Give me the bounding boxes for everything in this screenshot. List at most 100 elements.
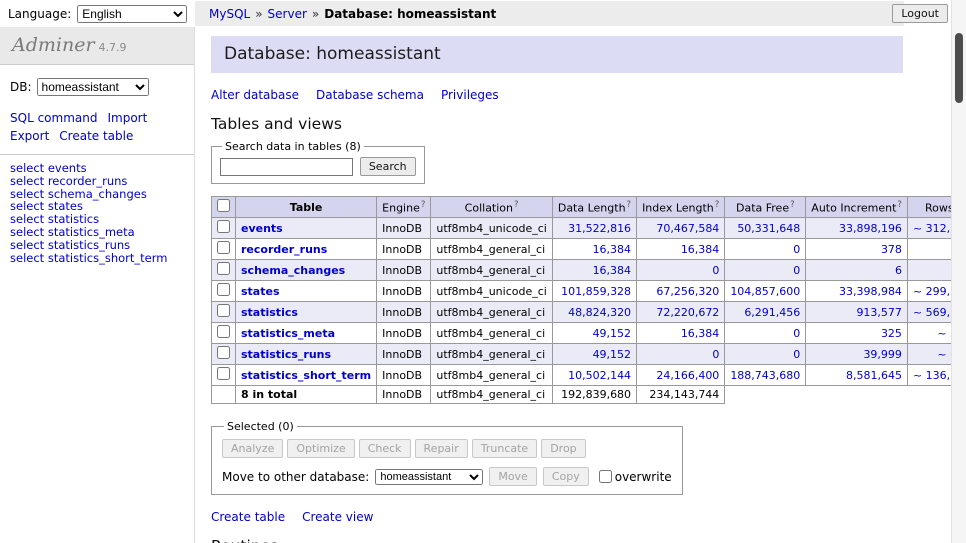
- data-free-link[interactable]: 6,291,456: [744, 306, 800, 319]
- auto-increment-link[interactable]: 39,999: [863, 348, 902, 361]
- copy-button[interactable]: Copy: [543, 467, 589, 486]
- search-input[interactable]: [220, 158, 353, 176]
- help-icon[interactable]: ?: [421, 200, 426, 210]
- create-link-create-view[interactable]: Create view: [302, 510, 373, 524]
- logout-button[interactable]: Logout: [892, 4, 948, 23]
- move-db-select[interactable]: homeassistant: [375, 469, 483, 485]
- table-link-states[interactable]: states: [241, 285, 280, 298]
- rows-link[interactable]: ~ 244: [937, 327, 951, 340]
- rows-link[interactable]: ~ 569,159: [913, 306, 951, 319]
- nav-link-alter-database[interactable]: Alter database: [211, 88, 299, 102]
- data-length-link[interactable]: 49,152: [593, 348, 632, 361]
- auto-increment-link[interactable]: 378: [881, 243, 902, 256]
- table-link-events[interactable]: events: [241, 222, 283, 235]
- engine-cell: InnoDB: [377, 323, 431, 344]
- data-free-link[interactable]: 50,331,648: [737, 222, 800, 235]
- row-select-checkbox[interactable]: [217, 241, 230, 254]
- table-link-statistics-runs[interactable]: statistics_runs: [241, 348, 331, 361]
- data-length-link[interactable]: 31,522,816: [568, 222, 631, 235]
- row-select-checkbox[interactable]: [217, 283, 230, 296]
- nav-link-privileges[interactable]: Privileges: [441, 88, 499, 102]
- data-free-link[interactable]: 0: [793, 327, 800, 340]
- index-length-link[interactable]: 0: [712, 348, 719, 361]
- drop-button[interactable]: Drop: [541, 439, 585, 458]
- app-brand[interactable]: Adminer: [12, 34, 95, 56]
- data-length-link[interactable]: 49,152: [593, 327, 632, 340]
- index-length-link[interactable]: 0: [712, 264, 719, 277]
- rows-link[interactable]: ~ 628: [937, 348, 951, 361]
- auto-increment-link[interactable]: 8,581,645: [846, 369, 902, 382]
- index-length-link[interactable]: 70,467,584: [656, 222, 719, 235]
- index-length-link[interactable]: 16,384: [681, 243, 720, 256]
- help-icon[interactable]: ?: [897, 200, 902, 210]
- row-select-checkbox[interactable]: [217, 304, 230, 317]
- index-length-cell: 24,166,400: [637, 365, 725, 386]
- table-link-statistics-meta[interactable]: statistics_meta: [241, 327, 335, 340]
- repair-button[interactable]: Repair: [415, 439, 468, 458]
- index-length-link[interactable]: 67,256,320: [656, 285, 719, 298]
- search-button[interactable]: Search: [360, 157, 416, 176]
- table-link-schema-changes[interactable]: schema_changes: [241, 264, 345, 277]
- help-icon[interactable]: ?: [715, 200, 720, 210]
- row-select-checkbox[interactable]: [217, 262, 230, 275]
- data-free-link[interactable]: 0: [793, 348, 800, 361]
- row-select-checkbox[interactable]: [217, 325, 230, 338]
- auto-increment-link[interactable]: 33,898,196: [839, 222, 902, 235]
- table-link-recorder-runs[interactable]: recorder_runs: [241, 243, 327, 256]
- index-length-cell: 0: [637, 344, 725, 365]
- data-length-link[interactable]: 16,384: [593, 264, 632, 277]
- breadcrumb-server-link[interactable]: Server: [268, 7, 307, 21]
- index-length-link[interactable]: 24,166,400: [656, 369, 719, 382]
- rows-link[interactable]: ~ 136,108: [913, 369, 951, 382]
- language-area: Language: English: [8, 5, 187, 23]
- data-length-link[interactable]: 16,384: [593, 243, 632, 256]
- sidebar-link-create-table[interactable]: Create table: [59, 129, 133, 143]
- index-length-link[interactable]: 16,384: [681, 327, 720, 340]
- data-free-link[interactable]: 104,857,600: [730, 285, 800, 298]
- overwrite-checkbox[interactable]: [599, 470, 612, 483]
- row-select-checkbox[interactable]: [217, 220, 230, 233]
- data-free-link[interactable]: 188,743,680: [730, 369, 800, 382]
- nav-link-database-schema[interactable]: Database schema: [316, 88, 424, 102]
- vertical-scrollbar[interactable]: [951, 0, 966, 543]
- data-free-link[interactable]: 0: [793, 243, 800, 256]
- db-select[interactable]: homeassistant: [37, 78, 149, 96]
- data-length-link[interactable]: 101,859,328: [561, 285, 631, 298]
- row-select-checkbox[interactable]: [217, 367, 230, 380]
- create-link-create-table[interactable]: Create table: [211, 510, 285, 524]
- truncate-button[interactable]: Truncate: [472, 439, 537, 458]
- data-length-link[interactable]: 48,824,320: [568, 306, 631, 319]
- column-header-table[interactable]: Table: [236, 197, 377, 218]
- index-length-cell: 0: [637, 260, 725, 281]
- sidebar-link-export[interactable]: Export: [10, 129, 49, 143]
- auto-increment-link[interactable]: 325: [881, 327, 902, 340]
- analyze-button[interactable]: Analyze: [222, 439, 283, 458]
- sidebar-link-import[interactable]: Import: [107, 111, 147, 125]
- auto-increment-link[interactable]: 6: [895, 264, 902, 277]
- help-icon[interactable]: ?: [790, 200, 795, 210]
- move-button[interactable]: Move: [489, 467, 537, 486]
- help-icon[interactable]: ?: [514, 200, 519, 210]
- auto-increment-link[interactable]: 33,398,984: [839, 285, 902, 298]
- help-icon[interactable]: ?: [627, 200, 632, 210]
- sidebar-select-statistics-short-term[interactable]: select statistics_short_term: [10, 251, 167, 265]
- table-link-statistics-short-term[interactable]: statistics_short_term: [241, 369, 371, 382]
- row-select-checkbox[interactable]: [217, 346, 230, 359]
- data-length-link[interactable]: 10,502,144: [568, 369, 631, 382]
- overwrite-option: overwrite: [599, 470, 672, 484]
- check-button[interactable]: Check: [359, 439, 411, 458]
- select-all-checkbox[interactable]: [217, 199, 230, 212]
- index-length-link[interactable]: 72,220,672: [656, 306, 719, 319]
- rows-link[interactable]: ~ 299,833: [913, 285, 951, 298]
- language-select[interactable]: English: [77, 5, 187, 23]
- auto-increment-link[interactable]: 913,577: [856, 306, 902, 319]
- collation-cell: utf8mb4_general_ci: [431, 323, 552, 344]
- scrollbar-thumb[interactable]: [955, 33, 963, 103]
- table-links-list: select eventsselect recorder_runsselect …: [10, 162, 194, 264]
- table-link-statistics[interactable]: statistics: [241, 306, 298, 319]
- rows-link[interactable]: ~ 312,180: [913, 222, 951, 235]
- optimize-button[interactable]: Optimize: [287, 439, 354, 458]
- data-free-link[interactable]: 0: [793, 264, 800, 277]
- breadcrumb-mysql-link[interactable]: MySQL: [209, 7, 250, 21]
- sidebar-link-sql-command[interactable]: SQL command: [10, 111, 97, 125]
